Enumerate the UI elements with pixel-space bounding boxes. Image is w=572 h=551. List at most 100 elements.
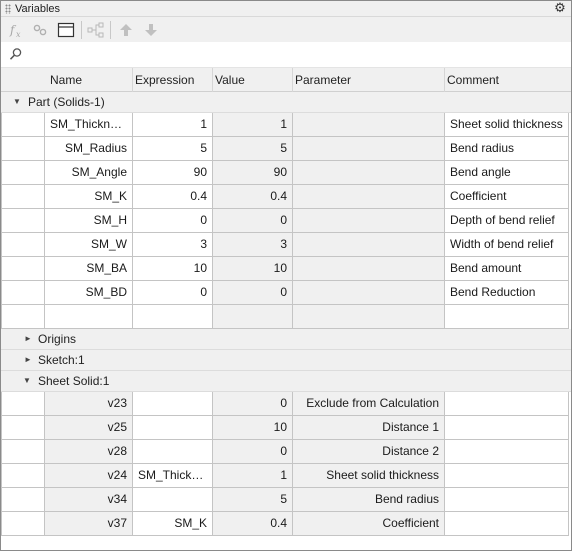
row-gutter — [1, 257, 45, 281]
cell-name: v23 — [45, 392, 133, 416]
cell-comment[interactable] — [445, 464, 569, 488]
column-header-value[interactable]: Value — [215, 72, 245, 88]
column-header-name[interactable]: Name — [50, 72, 82, 88]
cell-name: v25 — [45, 416, 133, 440]
cell-name[interactable]: SM_Thickness — [45, 113, 133, 137]
toolbar-separator — [81, 21, 82, 39]
collapse-arrow-icon[interactable]: ▼ — [13, 96, 21, 108]
table-row: v34 5 Bend radius — [1, 488, 571, 512]
cell-name[interactable]: SM_Angle — [45, 161, 133, 185]
cell-expression[interactable]: 90 — [133, 161, 213, 185]
row-gutter — [1, 137, 45, 161]
column-divider[interactable] — [212, 68, 213, 92]
arrow-down-icon[interactable] — [140, 20, 162, 40]
cell-expression[interactable]: 3 — [133, 233, 213, 257]
cell-expression[interactable] — [133, 488, 213, 512]
search-input[interactable] — [27, 46, 547, 64]
cell-comment[interactable] — [445, 416, 569, 440]
cell-expression[interactable]: SM_K — [133, 512, 213, 536]
cell-comment[interactable]: Depth of bend relief — [445, 209, 569, 233]
row-gutter — [1, 113, 45, 137]
row-gutter — [1, 185, 45, 209]
drag-grip-icon[interactable] — [5, 4, 11, 14]
cell-name[interactable]: SM_BD — [45, 281, 133, 305]
expand-arrow-icon[interactable]: ► — [24, 354, 32, 366]
cell-comment[interactable]: Bend angle — [445, 161, 569, 185]
cell-parameter — [293, 161, 445, 185]
hierarchy-icon[interactable] — [85, 20, 107, 40]
gear-icon[interactable]: ⚙ — [553, 1, 567, 15]
cell-name[interactable]: SM_H — [45, 209, 133, 233]
cell-parameter — [293, 209, 445, 233]
table-row: v25 10 Distance 1 — [1, 416, 571, 440]
cell-parameter: Distance 2 — [293, 440, 445, 464]
table-row: SM_W 3 3 Width of bend relief — [1, 233, 571, 257]
column-header-comment[interactable]: Comment — [447, 72, 499, 88]
arrow-up-icon[interactable] — [115, 20, 137, 40]
cell-expression[interactable] — [133, 305, 213, 329]
column-header-parameter[interactable]: Parameter — [295, 72, 351, 88]
cell-comment[interactable]: Bend amount — [445, 257, 569, 281]
cell-name: v28 — [45, 440, 133, 464]
cell-comment[interactable]: Sheet solid thickness — [445, 113, 569, 137]
window-icon[interactable] — [55, 20, 77, 40]
search-bar — [1, 42, 571, 68]
group-header-sketch[interactable]: ► Sketch:1 — [1, 350, 571, 371]
cell-parameter: Distance 1 — [293, 416, 445, 440]
cell-parameter: Coefficient — [293, 512, 445, 536]
cell-value: 5 — [213, 137, 293, 161]
cell-comment[interactable] — [445, 512, 569, 536]
table-row: SM_H 0 0 Depth of bend relief — [1, 209, 571, 233]
row-gutter — [1, 488, 45, 512]
cell-parameter — [293, 233, 445, 257]
cell-expression[interactable]: 0.4 — [133, 185, 213, 209]
cell-value: 0 — [213, 440, 293, 464]
table-row: SM_Angle 90 90 Bend angle — [1, 161, 571, 185]
cell-expression[interactable]: SM_Thickn... — [133, 464, 213, 488]
column-divider[interactable] — [132, 68, 133, 92]
cell-name[interactable]: SM_W — [45, 233, 133, 257]
column-divider[interactable] — [444, 68, 445, 92]
cell-comment[interactable]: Bend Reduction — [445, 281, 569, 305]
function-icon[interactable]: fx — [5, 20, 27, 40]
panel-titlebar[interactable]: Variables ⚙ — [1, 1, 571, 17]
cell-comment[interactable]: Coefficient — [445, 185, 569, 209]
row-gutter — [1, 281, 45, 305]
table-row: v37 SM_K 0.4 Coefficient — [1, 512, 571, 536]
cell-value: 0 — [213, 281, 293, 305]
cell-name[interactable] — [45, 305, 133, 329]
cell-expression[interactable]: 1 — [133, 113, 213, 137]
cell-comment[interactable]: Bend radius — [445, 137, 569, 161]
cell-name[interactable]: SM_Radius — [45, 137, 133, 161]
table-row: v28 0 Distance 2 — [1, 440, 571, 464]
cell-name[interactable]: SM_K — [45, 185, 133, 209]
cell-expression[interactable] — [133, 392, 213, 416]
group-header-sheet-solid[interactable]: ▼ Sheet Solid:1 — [1, 371, 571, 392]
expand-arrow-icon[interactable]: ► — [24, 333, 32, 345]
variables-table: ▼ Part (Solids-1) SM_Thickness 1 1 Sheet… — [1, 92, 571, 536]
collapse-arrow-icon[interactable]: ▼ — [23, 375, 31, 387]
cell-value: 0.4 — [213, 512, 293, 536]
link-icon[interactable] — [29, 20, 51, 40]
group-header-part[interactable]: ▼ Part (Solids-1) — [1, 92, 571, 113]
cell-expression[interactable] — [133, 440, 213, 464]
cell-expression[interactable] — [133, 416, 213, 440]
cell-comment[interactable]: Width of bend relief — [445, 233, 569, 257]
cell-expression[interactable]: 0 — [133, 281, 213, 305]
group-label: Part (Solids-1) — [28, 95, 105, 109]
cell-value: 0.4 — [213, 185, 293, 209]
cell-expression[interactable]: 0 — [133, 209, 213, 233]
cell-name[interactable]: SM_BA — [45, 257, 133, 281]
search-icon — [9, 47, 23, 61]
cell-name: v24 — [45, 464, 133, 488]
cell-comment[interactable] — [445, 392, 569, 416]
column-header: Name Expression Value Parameter Comment — [1, 68, 571, 92]
cell-comment[interactable] — [445, 305, 569, 329]
cell-comment[interactable] — [445, 488, 569, 512]
cell-expression[interactable]: 10 — [133, 257, 213, 281]
column-header-expression[interactable]: Expression — [135, 72, 194, 88]
group-header-origins[interactable]: ► Origins — [1, 329, 571, 350]
column-divider[interactable] — [292, 68, 293, 92]
cell-expression[interactable]: 5 — [133, 137, 213, 161]
cell-comment[interactable] — [445, 440, 569, 464]
